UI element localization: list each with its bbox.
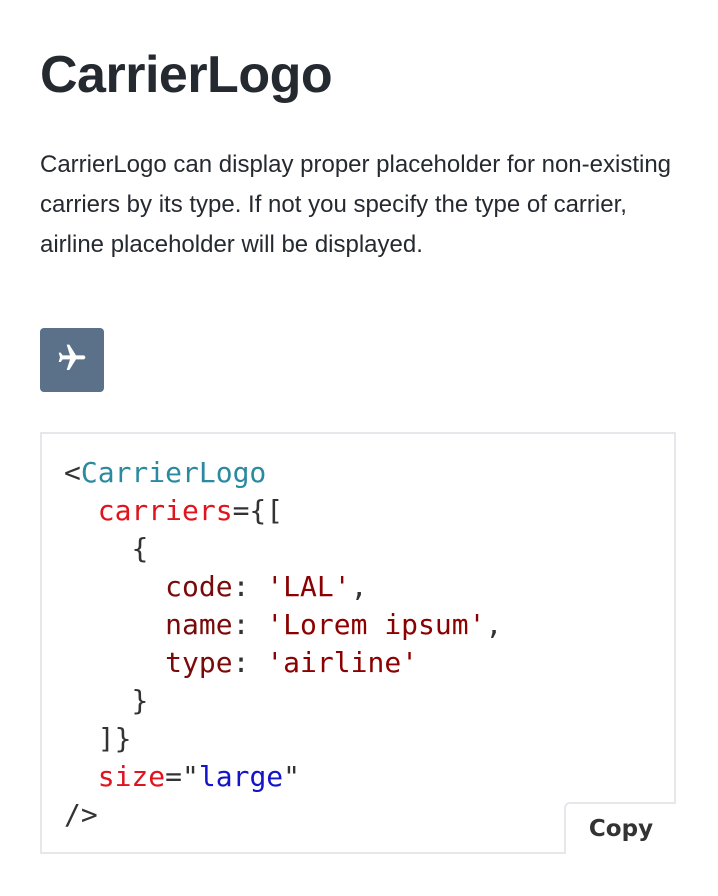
code-token: { [131,532,149,565]
code-key-type: type [165,646,233,679]
code-example: <CarrierLogo carriers={[ { code: 'LAL', … [40,432,676,854]
code-token: ]} [97,722,132,755]
code-value-type: 'airline' [266,646,419,679]
code-value-name: 'Lorem ipsum' [266,608,486,641]
copy-button[interactable]: Copy [564,802,676,854]
code-token: ={[ [232,494,284,527]
page-description: CarrierLogo can display proper placehold… [40,151,672,258]
code-value-code: 'LAL' [266,570,351,603]
code-snippet: <CarrierLogo carriers={[ { code: 'LAL', … [64,456,503,831]
code-token: } [131,684,149,717]
code-attr-size: size [97,760,166,793]
carrier-logo-placeholder [40,328,104,392]
code-key-name: name [165,608,233,641]
airplane-icon [56,342,88,379]
code-value-size: large [198,760,284,793]
code-token: /> [64,798,98,831]
page-title: CarrierLogo [40,46,333,104]
code-component-name: CarrierLogo [80,456,267,489]
code-token: < [64,456,81,489]
code-key-code: code [165,570,233,603]
code-attr-carriers: carriers [97,494,233,527]
